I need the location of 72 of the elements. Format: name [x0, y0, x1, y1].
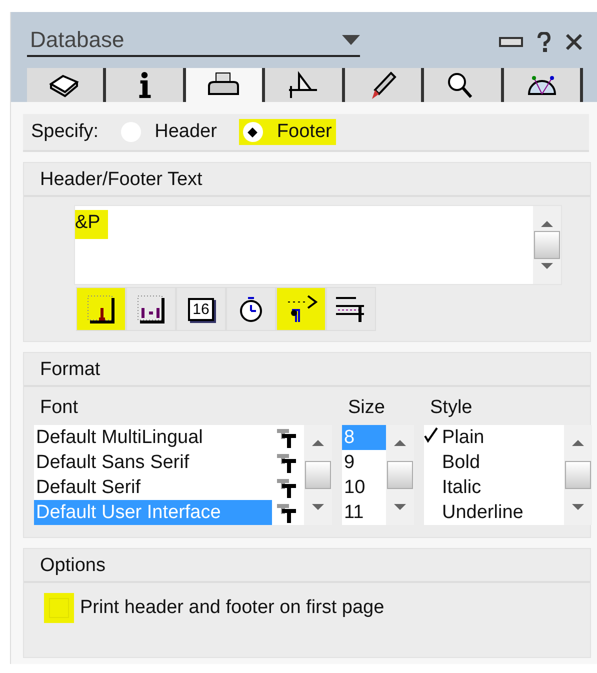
font-item[interactable]: Default MultiLingual — [34, 425, 272, 450]
tab[interactable] — [27, 68, 106, 102]
scrollbar[interactable] — [564, 425, 592, 525]
scroll-thumb[interactable] — [565, 461, 591, 489]
list-box[interactable]: 8 9 10 11 — [342, 425, 414, 525]
toolbar-button[interactable] — [276, 287, 326, 331]
calendar-date: 16 — [188, 298, 214, 320]
checkbox-label: Print header and footer on first page — [80, 597, 384, 619]
scroll-up-icon[interactable] — [540, 220, 554, 228]
section-heading: Options — [24, 549, 590, 583]
tab[interactable] — [106, 68, 186, 102]
style-item[interactable]: Plain — [424, 425, 564, 450]
checkbox-option[interactable]: Print header and footer on first page — [24, 583, 384, 657]
size-item[interactable]: 9 — [342, 450, 386, 475]
database-dropdown[interactable]: Database — [27, 27, 360, 57]
scroll-thumb[interactable] — [387, 461, 413, 489]
radio-option[interactable]: Footer — [238, 119, 336, 145]
radio-option[interactable]: Header — [116, 119, 221, 145]
scroll-down-icon[interactable] — [393, 503, 407, 511]
column-label: Size — [347, 397, 386, 420]
size-item[interactable]: 10 — [342, 475, 386, 500]
scroll-down-icon[interactable] — [540, 262, 554, 270]
section-heading: Header/Footer Text — [24, 163, 590, 197]
close-icon[interactable] — [565, 33, 583, 51]
help-icon[interactable] — [537, 32, 551, 52]
scroll-up-icon[interactable] — [311, 439, 325, 447]
column-label: Font — [39, 397, 80, 420]
style-item[interactable]: Italic — [424, 475, 564, 500]
list-box[interactable]: Plain Bold Italic Underline — [424, 425, 592, 525]
stopwatch-icon — [238, 295, 264, 323]
toolbar-button[interactable] — [326, 287, 376, 331]
page-number-icon — [86, 294, 116, 324]
toolbar-button[interactable] — [76, 287, 126, 331]
tab[interactable] — [424, 68, 504, 102]
truetype-icon — [276, 452, 298, 474]
checkbox[interactable] — [44, 593, 74, 623]
toolbar-button[interactable] — [226, 287, 276, 331]
font-item[interactable]: Default Sans Serif — [34, 450, 272, 475]
scrollbar[interactable] — [386, 425, 414, 525]
scrollbar[interactable] — [304, 425, 332, 525]
scroll-down-icon[interactable] — [311, 503, 325, 511]
scroll-thumb[interactable] — [305, 461, 331, 489]
tab[interactable] — [186, 68, 266, 102]
truetype-icon — [276, 426, 298, 448]
font-item[interactable]: Default Serif — [34, 475, 272, 500]
tab[interactable] — [504, 68, 583, 102]
info-icon — [138, 72, 151, 98]
tab[interactable] — [344, 68, 424, 102]
tab[interactable] — [265, 68, 345, 102]
column-label: Style — [429, 397, 474, 420]
radio-dot[interactable] — [242, 122, 263, 142]
specify-label: Specify: — [31, 121, 99, 143]
size-item[interactable]: 11 — [342, 500, 386, 525]
text-field[interactable]: &P — [74, 205, 562, 285]
page-count-icon — [136, 294, 166, 324]
scrollbar[interactable] — [533, 206, 561, 284]
section-heading: Format — [24, 353, 590, 387]
scroll-down-icon[interactable] — [571, 503, 585, 511]
list-box[interactable]: Default MultiLingual Default Sans Serif Default Serif Default User Interface — [34, 425, 332, 525]
scroll-thumb[interactable] — [534, 231, 560, 259]
scroll-up-icon[interactable] — [393, 439, 407, 447]
toolbar-button[interactable] — [126, 287, 176, 331]
toolbar-button[interactable]: 16 — [176, 287, 226, 331]
truetype-icon — [276, 476, 298, 498]
style-item[interactable]: Underline — [424, 500, 564, 525]
caret-icon — [342, 35, 360, 45]
style-item[interactable]: Bold — [424, 450, 564, 475]
field-text: &P — [75, 210, 108, 239]
truetype-icon — [276, 502, 298, 524]
scroll-up-icon[interactable] — [571, 439, 585, 447]
check-icon — [424, 427, 438, 443]
pin-icon[interactable] — [499, 37, 523, 47]
